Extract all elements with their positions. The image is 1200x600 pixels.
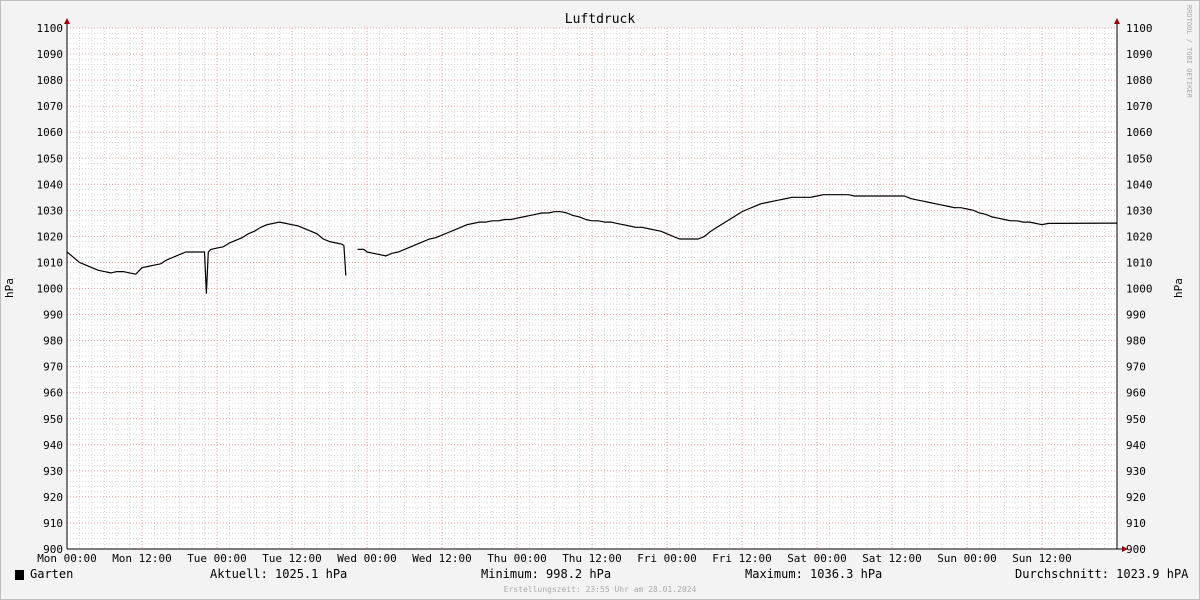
y-tick-labels-right: 900 910 920 930 940 950 960 970 980 990 1000 1010 10… (1126, 22, 1153, 556)
x-tick-label: Sun 12:00 (1012, 552, 1072, 565)
y-tick-label: 990 (43, 309, 63, 322)
y-tick-label: 1040 (37, 178, 64, 191)
x-tick-label: Sat 00:00 (787, 552, 847, 565)
x-tick-label: Fri 12:00 (712, 552, 772, 565)
y-tick-label: 1070 (1126, 100, 1153, 113)
y-tick-label: 1100 (37, 22, 64, 35)
y-tick-label: 950 (1126, 413, 1146, 426)
y-tick-label: 980 (43, 335, 63, 348)
x-tick-label: Mon 00:00 (37, 552, 97, 565)
x-tick-label: Thu 00:00 (487, 552, 547, 565)
y-tick-label: 920 (1126, 491, 1146, 504)
legend-swatch (15, 570, 24, 580)
y-tick-label: 1080 (37, 74, 64, 87)
creation-timestamp: Erstellungszeit: 23:55 Uhr am 28.01.2024 (503, 585, 697, 594)
x-tick-label: Thu 12:00 (562, 552, 622, 565)
y-tick-label: 1010 (37, 256, 64, 269)
y-tick-label: 1000 (1126, 283, 1153, 296)
x-tick-label: Wed 00:00 (337, 552, 397, 565)
y-tick-label: 1030 (1126, 204, 1153, 217)
y-tick-label: 1020 (1126, 230, 1153, 243)
x-tick-labels: Mon 00:00 Mon 12:00 Tue 00:00 Tue 12:00 Wed … (37, 552, 1072, 565)
y-tick-label: 1020 (37, 230, 64, 243)
y-axis-label-right: hPa (1172, 278, 1185, 298)
y-tick-label: 1060 (1126, 126, 1153, 139)
x-tick-label: Sat 12:00 (862, 552, 922, 565)
y-tick-label: 1010 (1126, 256, 1153, 269)
pressure-chart: 900 910 920 930 940 950 960 970 980 990 1000 1010 10… (3, 5, 1193, 565)
x-tick-label: Tue 12:00 (262, 552, 322, 565)
y-tick-label: 930 (1126, 465, 1146, 478)
y-axis-arrow-left (64, 18, 70, 24)
y-tick-label: 950 (43, 413, 63, 426)
y-axis-label-left: hPa (3, 278, 16, 298)
legend-series-label: Garten (30, 567, 74, 581)
y-tick-label: 1050 (37, 152, 64, 165)
y-tick-label: 1000 (37, 283, 64, 296)
maximum-value: Maximum: 1036.3 hPa (745, 567, 883, 581)
x-tick-label: Wed 12:00 (412, 552, 472, 565)
y-axis-arrow-right (1114, 18, 1120, 24)
y-tick-label: 980 (1126, 335, 1146, 348)
y-tick-label: 1080 (1126, 74, 1153, 87)
y-tick-label: 960 (1126, 387, 1146, 400)
x-tick-label: Sun 00:00 (937, 552, 997, 565)
y-tick-label: 1070 (37, 100, 64, 113)
y-tick-label: 990 (1126, 309, 1146, 322)
y-tick-label: 1030 (37, 204, 64, 217)
x-tick-label: Tue 00:00 (187, 552, 247, 565)
y-tick-label: 1090 (1126, 48, 1153, 61)
average-value: Durchschnitt: 1023.9 hPA (1015, 567, 1189, 581)
y-tick-label: 960 (43, 387, 63, 400)
x-tick-label: Fri 00:00 (637, 552, 697, 565)
y-tick-label: 920 (43, 491, 63, 504)
y-tick-label: 940 (43, 439, 63, 452)
y-tick-label: 940 (1126, 439, 1146, 452)
y-tick-label: 1050 (1126, 152, 1153, 165)
y-tick-label: 910 (1126, 517, 1146, 530)
y-tick-label: 1100 (1126, 22, 1153, 35)
y-tick-labels-left: 9009109209309409509609709809901000101010… (37, 22, 64, 556)
x-tick-label: Mon 12:00 (112, 552, 172, 565)
y-tick-label: 930 (43, 465, 63, 478)
watermark: RRDTOOL / TOBI OETIKER (1185, 5, 1193, 99)
minimum-value: Minimum: 998.2 hPa (481, 567, 612, 581)
y-tick-label: 900 (1126, 543, 1146, 556)
y-tick-label: 970 (43, 361, 63, 374)
current-value: Aktuell: 1025.1 hPa (210, 567, 348, 581)
chart-title: Luftdruck (565, 12, 636, 27)
y-tick-label: 970 (1126, 361, 1146, 374)
y-tick-label: 910 (43, 517, 63, 530)
y-tick-label: 1060 (37, 126, 64, 139)
y-tick-label: 1040 (1126, 178, 1153, 191)
y-tick-label: 1090 (37, 48, 64, 61)
